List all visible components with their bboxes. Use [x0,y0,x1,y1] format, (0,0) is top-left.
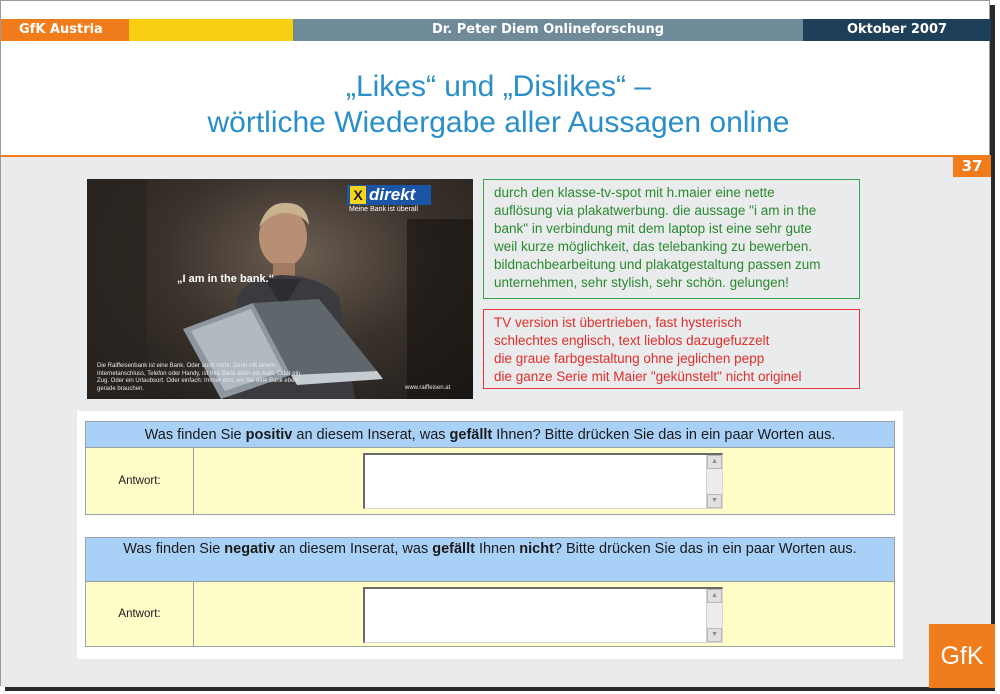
question-positive-text: Was finden Sie positiv an diesem Inserat… [86,422,894,448]
likes-line: durch den klasse-tv-spot mit h.maier ein… [494,185,775,200]
ad-slogan: Meine Bank ist überall [349,206,418,213]
question-negative: Was finden Sie negativ an diesem Inserat… [85,537,895,647]
likes-line: unternehmen, sehr stylish, sehr schön. g… [494,275,789,290]
question-emphasis: negativ [224,541,276,557]
slide-title-line2: wörtliche Wiedergabe aller Aussagen onli… [207,106,790,139]
slide-title-line1: „Likes“ und „Dislikes“ – [345,70,652,103]
answer-textarea-positive[interactable]: ▲ ▼ [363,453,723,509]
scroll-down-icon[interactable]: ▼ [707,628,722,642]
question-text: an diesem Inserat, was [275,541,433,557]
ad-quote: „I am in the bank.“ [177,273,275,285]
question-text: an diesem Inserat, was [292,427,450,443]
question-positive: Was finden Sie positiv an diesem Inserat… [85,421,895,515]
question-emphasis: gefällt [432,541,475,557]
question-emphasis: nicht [519,541,554,557]
question-text: Ihnen [474,541,520,557]
raiffeisen-direkt-logo: X direkt Meine Bank ist überall [347,185,465,215]
header-author: Dr. Peter Diem Onlineforschung [293,19,803,41]
question-text: Was finden Sie [144,427,246,443]
dislikes-line: schlechtes englisch, text lieblos dazuge… [494,333,770,348]
answer-textarea-negative[interactable]: ▲ ▼ [363,587,723,643]
ad-url: www.raiffeisen.at [405,385,451,391]
answer-label: Antwort: [86,582,194,646]
answer-row: Antwort: ▲ ▼ [86,582,894,646]
question-emphasis: positiv [245,427,293,443]
dislikes-line: TV version ist übertrieben, fast hysteri… [494,315,742,330]
question-negative-text: Was finden Sie negativ an diesem Inserat… [86,538,894,582]
header-date: Oktober 2007 [803,19,991,41]
slide: GfK Austria Dr. Peter Diem Onlineforschu… [0,0,991,687]
question-text: ? Bitte drücken Sie das in ein paar Wort… [553,541,857,557]
dislikes-line: die ganze Serie mit Maier "gekünstelt" n… [494,369,802,384]
likes-line: weil kurze möglichkeit, das telebanking … [494,239,813,254]
page-number: 37 [953,155,991,177]
advertisement-image: X direkt Meine Bank ist überall „I am in… [87,179,473,399]
likes-line: auflösung via plakatwerbung. die aussage… [494,203,817,218]
answer-label: Antwort: [86,448,194,514]
raiffeisen-x-icon: X [350,186,366,204]
dislikes-box: TV version ist übertrieben, fast hysteri… [483,309,860,389]
dislikes-line: die graue farbgestaltung ohne jeglichen … [494,351,765,366]
answer-row: Antwort: ▲ ▼ [86,448,894,514]
textarea-scrollbar[interactable]: ▲ ▼ [706,455,722,508]
survey-form: Was finden Sie positiv an diesem Inserat… [77,411,903,659]
scroll-up-icon[interactable]: ▲ [707,455,722,469]
header-org: GfK Austria [1,19,129,41]
scroll-up-icon[interactable]: ▲ [707,589,722,603]
header-accent-bar [129,19,293,41]
textarea-scrollbar[interactable]: ▲ ▼ [706,589,722,642]
question-text: Ihnen? Bitte drücken Sie das in ein paar… [492,427,836,443]
ad-fine-print: Die Raiffeisenbank ist eine Bank. Oder a… [97,363,301,392]
question-text: Was finden Sie [123,541,225,557]
question-emphasis: gefällt [449,427,493,443]
ad-logo-text: direkt [369,185,416,204]
likes-line: bildnachbearbeitung und plakatgestaltung… [494,257,821,272]
scroll-down-icon[interactable]: ▼ [707,494,722,508]
likes-line: bank" in verbindung mit dem laptop ist e… [494,221,812,236]
likes-box: durch den klasse-tv-spot mit h.maier ein… [483,179,860,299]
gfk-logo: GfK [929,624,995,688]
